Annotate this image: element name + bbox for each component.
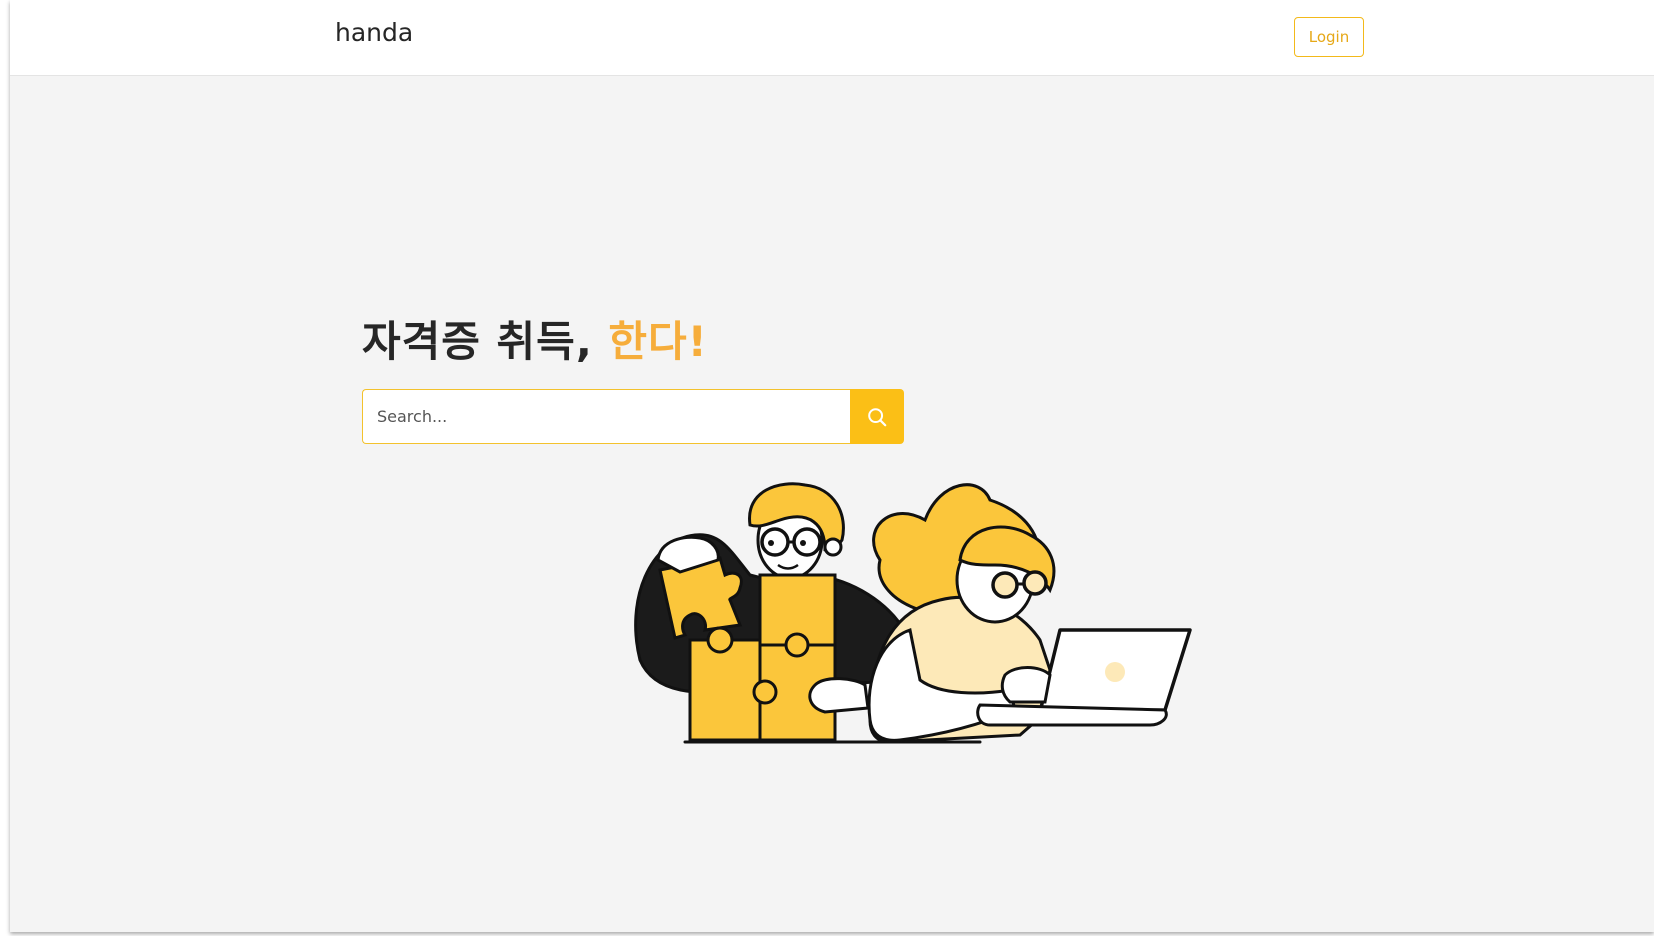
hero-title-accent: 한다!: [608, 317, 708, 366]
search-input[interactable]: [362, 389, 850, 444]
search-bar: [362, 389, 904, 444]
hero-title: 자격증 취득, 한다!: [362, 308, 708, 369]
people-solving-puzzle-illustration: [634, 482, 1192, 744]
browser-viewport: handa Login 자격증 취득, 한다!: [10, 0, 1654, 932]
brand-logo[interactable]: handa: [335, 18, 413, 47]
navbar: handa Login: [10, 0, 1654, 76]
search-button[interactable]: [850, 389, 904, 444]
hero-title-main: 자격증 취득,: [362, 317, 609, 366]
search-icon: [868, 407, 887, 426]
login-button[interactable]: Login: [1294, 17, 1364, 57]
